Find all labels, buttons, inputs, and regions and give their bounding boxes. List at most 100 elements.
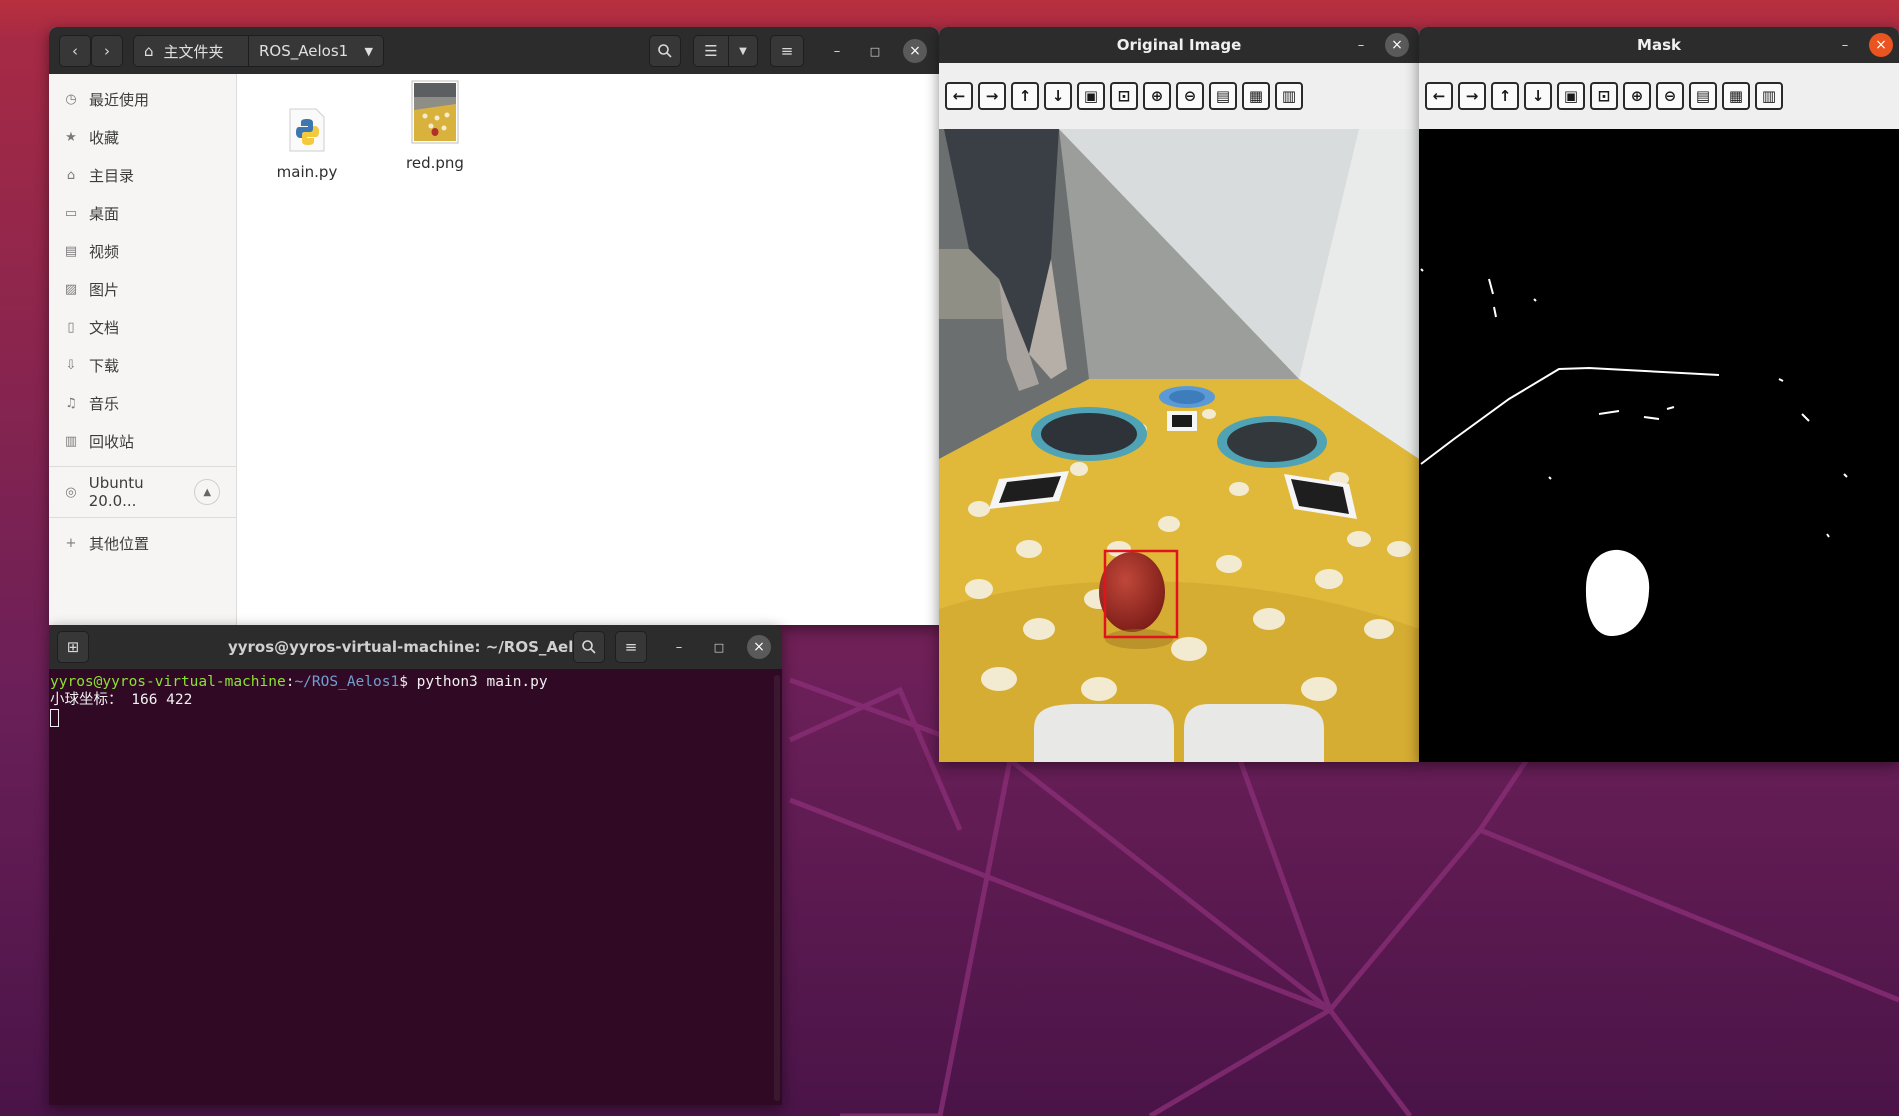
pan-down-button[interactable]: ↓ [1044, 82, 1072, 110]
zoom-out-button[interactable]: ⊖ [1176, 82, 1204, 110]
pan-right-button[interactable]: → [1458, 82, 1486, 110]
sidebar-item-home[interactable]: ⌂ 主目录 [49, 156, 236, 194]
scrollbar[interactable] [774, 675, 780, 1101]
terminal-window: ⊞ yyros@yyros-virtual-machine: ~/ROS_Ael… [49, 625, 782, 1105]
path-home[interactable]: ⌂ 主文件夹 [133, 35, 249, 67]
pan-up-button[interactable]: ↑ [1011, 82, 1039, 110]
desktop-icon: ▭ [64, 205, 78, 221]
window-title: Original Image [1116, 36, 1242, 54]
chevron-down-icon: ▼ [364, 44, 373, 58]
disc-icon: ◎ [65, 484, 77, 500]
sidebar-item-documents[interactable]: ▯ 文档 [49, 308, 236, 346]
star-icon: ★ [65, 129, 77, 145]
zoom-out-button[interactable]: ⊖ [1656, 82, 1684, 110]
pan-left-button[interactable]: ← [945, 82, 973, 110]
sidebar-item-recent[interactable]: ◷ 最近使用 [49, 80, 236, 118]
sidebar: ◷ 最近使用 ★ 收藏 ⌂ 主目录 ▭ 桌面 ▤ 视频 ▨ 图片 ▯ 文档 ⇩ 下载 ♫ 音乐 ▥… [49, 74, 237, 625]
maximize-button[interactable]: □ [707, 635, 731, 659]
sidebar-divider [49, 517, 236, 518]
image-icon: ▨ [64, 281, 78, 297]
mask-header: Mask – × [1419, 27, 1899, 63]
python-file-icon [289, 108, 325, 152]
image-thumbnail-icon [411, 80, 459, 144]
sidebar-item-device[interactable]: ◎ Ubuntu 20.0... ▲ [49, 473, 236, 511]
terminal-output-line: 小球坐标： 166 422 [50, 692, 193, 708]
save-button[interactable]: ▤ [1689, 82, 1717, 110]
terminal-command-line: yyros@yyros-virtual-machine:~/ROS_Aelos1… [50, 674, 548, 690]
sidebar-item-downloads[interactable]: ⇩ 下载 [49, 346, 236, 384]
window-title: Mask [1637, 36, 1681, 54]
home-icon: ⌂ [66, 167, 76, 183]
original-image-window: Original Image – × ← → ↑ ↓ ▣ ⊡ ⊕ ⊖ ▤ ▦ ▥ [939, 27, 1419, 762]
minimize-button[interactable]: – [825, 39, 849, 63]
clock-icon: ◷ [65, 91, 77, 107]
eject-icon[interactable]: ▲ [194, 479, 220, 505]
minimize-button[interactable]: – [667, 635, 691, 659]
sidebar-divider [49, 466, 236, 467]
close-button[interactable]: × [1869, 33, 1893, 57]
sidebar-item-starred[interactable]: ★ 收藏 [49, 118, 236, 156]
image-toolbar: ← → ↑ ↓ ▣ ⊡ ⊕ ⊖ ▤ ▦ ▥ [939, 63, 1419, 129]
original-image-header: Original Image – × [939, 27, 1419, 63]
path-current-folder[interactable]: ROS_Aelos1 ▼ [248, 35, 384, 67]
list-view-icon: ☰ [704, 42, 718, 60]
terminal-cursor [50, 709, 59, 727]
terminal-output[interactable]: yyros@yyros-virtual-machine:~/ROS_Aelos1… [49, 669, 772, 1105]
document-icon: ▯ [67, 319, 75, 335]
menu-button[interactable]: ≡ [615, 631, 647, 663]
sidebar-item-pictures[interactable]: ▨ 图片 [49, 270, 236, 308]
plus-icon: + [65, 535, 77, 551]
minimize-button[interactable]: – [1833, 33, 1857, 57]
zoom-fit-button[interactable]: ⊡ [1590, 82, 1618, 110]
zoom-original-button[interactable]: ▣ [1557, 82, 1585, 110]
view-list-button[interactable]: ☰ [693, 35, 729, 67]
search-button[interactable] [573, 631, 605, 663]
close-button[interactable]: × [1385, 33, 1409, 57]
close-button[interactable]: × [903, 39, 927, 63]
properties-button[interactable]: ▥ [1755, 82, 1783, 110]
sidebar-item-videos[interactable]: ▤ 视频 [49, 232, 236, 270]
zoom-in-button[interactable]: ⊕ [1623, 82, 1651, 110]
sidebar-item-other-locations[interactable]: + 其他位置 [49, 524, 236, 562]
pan-up-button[interactable]: ↑ [1491, 82, 1519, 110]
zoom-in-button[interactable]: ⊕ [1143, 82, 1171, 110]
home-icon: ⌂ [144, 42, 154, 60]
pan-left-button[interactable]: ← [1425, 82, 1453, 110]
zoom-original-button[interactable]: ▣ [1077, 82, 1105, 110]
music-icon: ♫ [65, 395, 77, 411]
hamburger-icon: ≡ [780, 42, 794, 60]
trash-icon: ▥ [64, 433, 78, 449]
back-button[interactable]: ‹ [59, 35, 91, 67]
copy-button[interactable]: ▦ [1722, 82, 1750, 110]
save-button[interactable]: ▤ [1209, 82, 1237, 110]
download-icon: ⇩ [65, 357, 77, 373]
zoom-fit-button[interactable]: ⊡ [1110, 82, 1138, 110]
original-camera-image [939, 129, 1419, 762]
forward-button[interactable]: › [91, 35, 123, 67]
menu-button[interactable]: ≡ [770, 35, 804, 67]
file-manager-header: ‹ › ⌂ 主文件夹 ROS_Aelos1 ▼ ☰ ▼ ≡ – □ × [49, 27, 939, 74]
sidebar-item-desktop[interactable]: ▭ 桌面 [49, 194, 236, 232]
sidebar-item-music[interactable]: ♫ 音乐 [49, 384, 236, 422]
view-options-button[interactable]: ▼ [728, 35, 758, 67]
properties-button[interactable]: ▥ [1275, 82, 1303, 110]
search-icon [582, 640, 596, 654]
pan-down-button[interactable]: ↓ [1524, 82, 1552, 110]
copy-button[interactable]: ▦ [1242, 82, 1270, 110]
sidebar-item-trash[interactable]: ▥ 回收站 [49, 422, 236, 460]
minimize-button[interactable]: – [1349, 33, 1373, 57]
image-toolbar: ← → ↑ ↓ ▣ ⊡ ⊕ ⊖ ▤ ▦ ▥ [1419, 63, 1899, 129]
maximize-button[interactable]: □ [863, 39, 887, 63]
mask-image [1419, 129, 1899, 762]
search-icon [658, 44, 672, 58]
chevron-down-icon: ▼ [739, 45, 747, 57]
video-icon: ▤ [64, 243, 78, 259]
mask-window: Mask – × ← → ↑ ↓ ▣ ⊡ ⊕ ⊖ ▤ ▦ ▥ [1419, 27, 1899, 762]
pan-right-button[interactable]: → [978, 82, 1006, 110]
terminal-header: ⊞ yyros@yyros-virtual-machine: ~/ROS_Ael… [49, 625, 782, 669]
hamburger-icon: ≡ [624, 638, 638, 656]
close-button[interactable]: × [747, 635, 771, 659]
file-item-main-py[interactable]: main.py [262, 107, 352, 181]
file-item-red-png[interactable]: red.png [390, 80, 480, 172]
search-button[interactable] [649, 35, 681, 67]
